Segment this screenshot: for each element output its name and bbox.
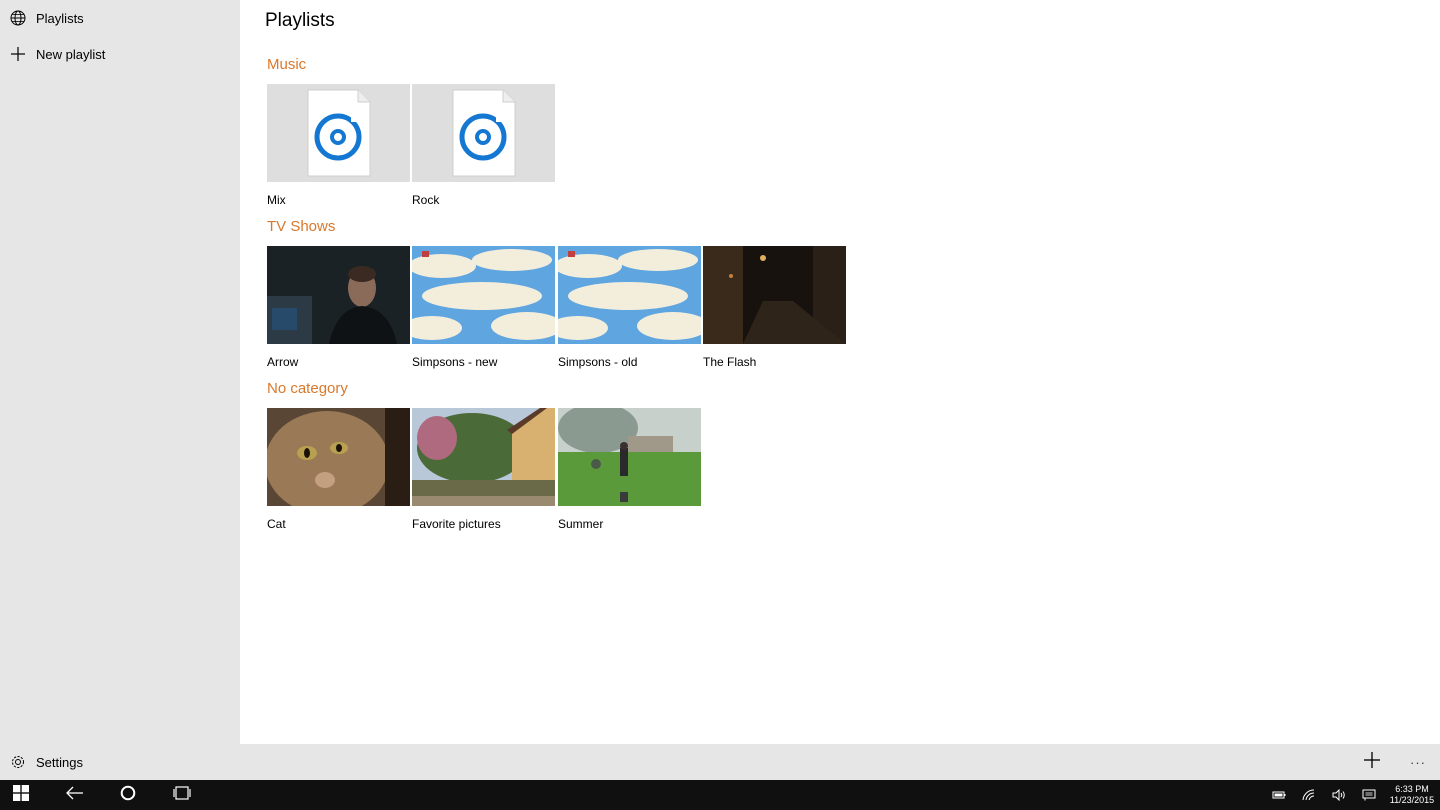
tile-caption: Summer (558, 517, 604, 531)
clock[interactable]: 6:33 PM 11/23/2015 (1384, 784, 1440, 806)
tile-caption: Cat (267, 517, 286, 531)
start-button[interactable] (0, 780, 48, 810)
tile-caption: The Flash (703, 355, 757, 369)
thumbnail-image (412, 408, 555, 506)
playlist-tile-rock[interactable]: Rock (412, 84, 555, 207)
music-file-icon (412, 84, 555, 182)
sidebar-item-new-playlist[interactable]: New playlist (0, 36, 240, 72)
playlist-tile-cat[interactable]: Cat (267, 408, 410, 531)
settings-label: Settings (36, 754, 83, 770)
sidebar-item-label: Playlists (36, 10, 84, 26)
windows-logo-icon (13, 784, 29, 806)
playlist-tile-simpsons-new[interactable]: Simpsons - new (412, 246, 555, 369)
thumbnail-image (558, 246, 701, 344)
plus-icon (0, 36, 36, 72)
section-title-tv-shows: TV Shows (267, 218, 336, 235)
section-title-no-category: No category (267, 380, 348, 397)
playlist-tile-arrow[interactable]: Arrow (267, 246, 410, 369)
wifi-icon[interactable] (1294, 780, 1324, 810)
volume-icon[interactable] (1324, 780, 1354, 810)
section-title-music: Music (267, 56, 307, 73)
clock-time: 6:33 PM (1395, 784, 1429, 794)
thumbnail-image (412, 246, 555, 344)
system-tray: 6:33 PM 11/23/2015 (1264, 780, 1440, 810)
tile-caption: Mix (267, 193, 286, 207)
back-arrow-icon (66, 786, 84, 805)
sidebar-item-playlists[interactable]: Playlists (0, 0, 240, 36)
tile-caption: Favorite pictures (412, 517, 501, 531)
main-content: Playlists Music Mix Rock TV Shows Arrow … (240, 0, 1440, 744)
tile-caption: Simpsons - old (558, 355, 638, 369)
playlist-tile-summer[interactable]: Summer (558, 408, 701, 531)
gear-icon (0, 744, 36, 780)
task-view-icon (173, 785, 191, 805)
battery-icon[interactable] (1264, 780, 1294, 810)
task-view-button[interactable] (155, 780, 209, 810)
cortana-button[interactable] (101, 780, 155, 810)
thumbnail-image (267, 246, 410, 344)
music-file-icon (267, 84, 410, 182)
tile-caption: Arrow (267, 355, 299, 369)
globe-icon (0, 0, 36, 36)
sidebar: Playlists New playlist Settings (0, 0, 240, 780)
add-button[interactable] (1352, 744, 1392, 780)
clock-date: 11/23/2015 (1389, 795, 1435, 805)
thumbnail-image (558, 408, 701, 506)
playlist-tile-simpsons-old[interactable]: Simpsons - old (558, 246, 701, 369)
plus-icon (1364, 751, 1380, 773)
sidebar-item-label: New playlist (36, 46, 106, 62)
back-button[interactable] (48, 780, 102, 810)
page-title: Playlists (265, 10, 335, 31)
thumbnail-image (703, 246, 846, 344)
cortana-circle-icon (120, 785, 136, 806)
action-center-icon[interactable] (1354, 780, 1384, 810)
more-button[interactable]: ··· (1400, 744, 1436, 780)
thumbnail-image (267, 408, 410, 506)
tile-caption: Rock (412, 193, 440, 207)
tile-caption: Simpsons - new (412, 355, 498, 369)
taskbar: 6:33 PM 11/23/2015 (0, 780, 1440, 810)
playlist-tile-favorite-pictures[interactable]: Favorite pictures (412, 408, 555, 531)
playlist-tile-mix[interactable]: Mix (267, 84, 410, 207)
playlist-tile-the-flash[interactable]: The Flash (703, 246, 846, 369)
app-bar: ··· (240, 744, 1440, 780)
sidebar-item-settings[interactable]: Settings (0, 744, 240, 780)
